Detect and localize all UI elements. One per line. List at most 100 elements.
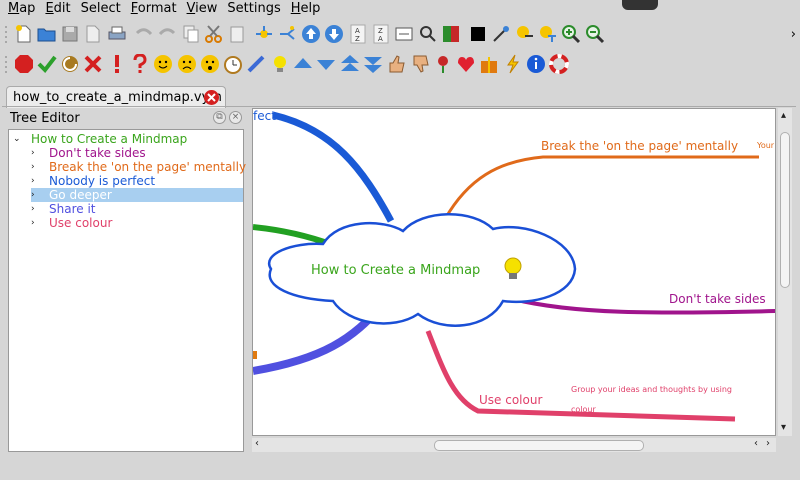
- new-file-icon[interactable]: [12, 23, 35, 46]
- expand-arrow-icon[interactable]: ›: [31, 216, 41, 230]
- double-arrow-up-flag-icon[interactable]: [338, 53, 361, 76]
- svg-text:A: A: [355, 27, 360, 35]
- smiley-good-icon[interactable]: [152, 53, 175, 76]
- format-painter-branch-icon[interactable]: [537, 23, 560, 46]
- expand-arrow-icon[interactable]: ›: [31, 188, 41, 202]
- rose-flag-icon[interactable]: [431, 53, 454, 76]
- toolbar-grip[interactable]: [4, 54, 8, 74]
- print-icon[interactable]: [105, 23, 128, 46]
- eyedropper-icon[interactable]: [490, 23, 513, 46]
- format-painter-icon[interactable]: [513, 23, 536, 46]
- mindmap-node-use-colour[interactable]: Use colour: [479, 393, 542, 407]
- mindmap-node-break[interactable]: Break the 'on the page' mentally: [541, 139, 738, 153]
- exclamation-flag-icon[interactable]: [105, 53, 128, 76]
- tree-view[interactable]: ⌄ How to Create a Mindmap › Don't take s…: [8, 129, 246, 452]
- mindmap-central-node[interactable]: How to Create a Mindmap: [311, 263, 480, 278]
- link-icon[interactable]: [393, 23, 416, 46]
- heart-flag-icon[interactable]: [455, 53, 478, 76]
- move-up-icon[interactable]: [300, 23, 323, 46]
- toolbar-overflow-icon[interactable]: ›: [791, 27, 796, 42]
- tree-item-nobody-perfect[interactable]: › Nobody is perfect: [31, 174, 155, 188]
- expand-arrow-icon[interactable]: ›: [31, 146, 41, 160]
- collapse-arrow-icon[interactable]: ⌄: [13, 132, 23, 146]
- checkmark-flag-icon[interactable]: [35, 53, 58, 76]
- toolbar-grip[interactable]: [4, 24, 8, 44]
- mindmap-node-nobody-perfect[interactable]: fect: [253, 109, 276, 123]
- mindmap-node-dont-take-sides[interactable]: Don't take sides: [669, 292, 766, 306]
- menu-view[interactable]: View: [183, 0, 224, 18]
- arrow-up-flag-icon[interactable]: [292, 53, 315, 76]
- open-folder-icon[interactable]: [35, 23, 58, 46]
- tree-item-share-it[interactable]: › Share it: [31, 202, 95, 216]
- lightning-flag-icon[interactable]: [501, 53, 524, 76]
- arrow-down-flag-icon[interactable]: [315, 53, 338, 76]
- tree-root-row[interactable]: ⌄ How to Create a Mindmap: [13, 132, 187, 146]
- close-panel-icon[interactable]: ×: [229, 111, 242, 124]
- scroll-down-icon[interactable]: ▾: [781, 422, 786, 433]
- thumbs-down-flag-icon[interactable]: [408, 53, 431, 76]
- present-flag-icon[interactable]: [478, 53, 501, 76]
- export-icon[interactable]: [82, 23, 105, 46]
- close-icon[interactable]: [204, 90, 219, 105]
- lightbulb-flag-icon[interactable]: [268, 53, 291, 76]
- scroll-right-icon[interactable]: ›: [766, 438, 770, 449]
- save-icon[interactable]: [59, 23, 82, 46]
- mindmap-note-use-colour-line2[interactable]: colour: [571, 405, 596, 414]
- clock-flag-icon[interactable]: [222, 53, 245, 76]
- vertical-scroll-thumb[interactable]: [780, 132, 790, 288]
- tree-item-go-deeper[interactable]: › Go deeper: [31, 188, 243, 202]
- refresh-flag-icon[interactable]: [59, 53, 82, 76]
- copy-icon[interactable]: [179, 23, 202, 46]
- zoom-out-icon[interactable]: [583, 23, 606, 46]
- vertical-scrollbar[interactable]: ▴ ▾: [778, 108, 792, 436]
- zoom-in-icon[interactable]: [560, 23, 583, 46]
- double-arrow-down-flag-icon[interactable]: [361, 53, 384, 76]
- undo-icon[interactable]: [132, 23, 155, 46]
- horizontal-scroll-thumb[interactable]: [434, 440, 644, 451]
- menu-select[interactable]: Select: [77, 0, 127, 18]
- phone-flag-icon[interactable]: [245, 53, 268, 76]
- horizontal-scrollbar[interactable]: ‹ ‹ ›: [252, 438, 776, 452]
- add-branch-icon[interactable]: [253, 23, 276, 46]
- paste-icon[interactable]: [226, 23, 249, 46]
- expand-arrow-icon[interactable]: ›: [31, 174, 41, 188]
- cut-icon[interactable]: [202, 23, 225, 46]
- sort-za-icon[interactable]: ZA: [369, 23, 392, 46]
- scroll-right-left-icon[interactable]: ‹: [754, 438, 758, 449]
- tree-item-dont-take-sides[interactable]: › Don't take sides: [31, 146, 146, 160]
- menu-edit[interactable]: Edit: [41, 0, 76, 18]
- cross-flag-icon[interactable]: [82, 53, 105, 76]
- tab-label: how_to_create_a_mindmap.vym: [13, 90, 222, 105]
- tree-item-break[interactable]: › Break the 'on the page' mentally: [31, 160, 246, 174]
- color-picker-icon[interactable]: [439, 23, 462, 46]
- smiley-sad-icon[interactable]: [175, 53, 198, 76]
- stop-flag-icon[interactable]: [12, 53, 35, 76]
- black-color-icon[interactable]: [467, 23, 490, 46]
- menu-map[interactable]: Map: [4, 0, 41, 18]
- menu-settings[interactable]: Settings: [223, 0, 286, 18]
- redo-icon[interactable]: [156, 23, 179, 46]
- flags-toolbar: [0, 50, 800, 78]
- menu-format[interactable]: Format: [127, 0, 183, 18]
- mindmap-note-use-colour-line1[interactable]: Group your ideas and thoughts by using: [571, 385, 732, 394]
- info-flag-icon[interactable]: [525, 53, 548, 76]
- menu-help[interactable]: Help: [287, 0, 327, 18]
- sort-az-icon[interactable]: AZ: [346, 23, 369, 46]
- tree-item-use-colour[interactable]: › Use colour: [31, 216, 112, 230]
- mindmap-canvas[interactable]: How to Create a Mindmap Break the 'on th…: [252, 108, 776, 436]
- tab-mindmap-file[interactable]: how_to_create_a_mindmap.vym: [6, 86, 226, 108]
- smiley-surprised-icon[interactable]: [198, 53, 221, 76]
- question-flag-icon[interactable]: [128, 53, 151, 76]
- lifebelt-flag-icon[interactable]: [548, 53, 571, 76]
- expand-arrow-icon[interactable]: ›: [31, 202, 41, 216]
- thumbs-up-flag-icon[interactable]: [385, 53, 408, 76]
- expand-arrow-icon[interactable]: ›: [31, 160, 41, 174]
- menu-bar: Map Edit Select Format View Settings Hel…: [0, 0, 800, 18]
- scroll-branch-icon[interactable]: [416, 23, 439, 46]
- float-panel-icon[interactable]: ⧉: [213, 111, 226, 124]
- scroll-up-icon[interactable]: ▴: [781, 110, 786, 121]
- mindmap-node-break-sub[interactable]: Your: [757, 141, 774, 150]
- add-branch-before-icon[interactable]: [276, 23, 299, 46]
- move-down-icon[interactable]: [323, 23, 346, 46]
- scroll-left-icon[interactable]: ‹: [255, 438, 259, 449]
